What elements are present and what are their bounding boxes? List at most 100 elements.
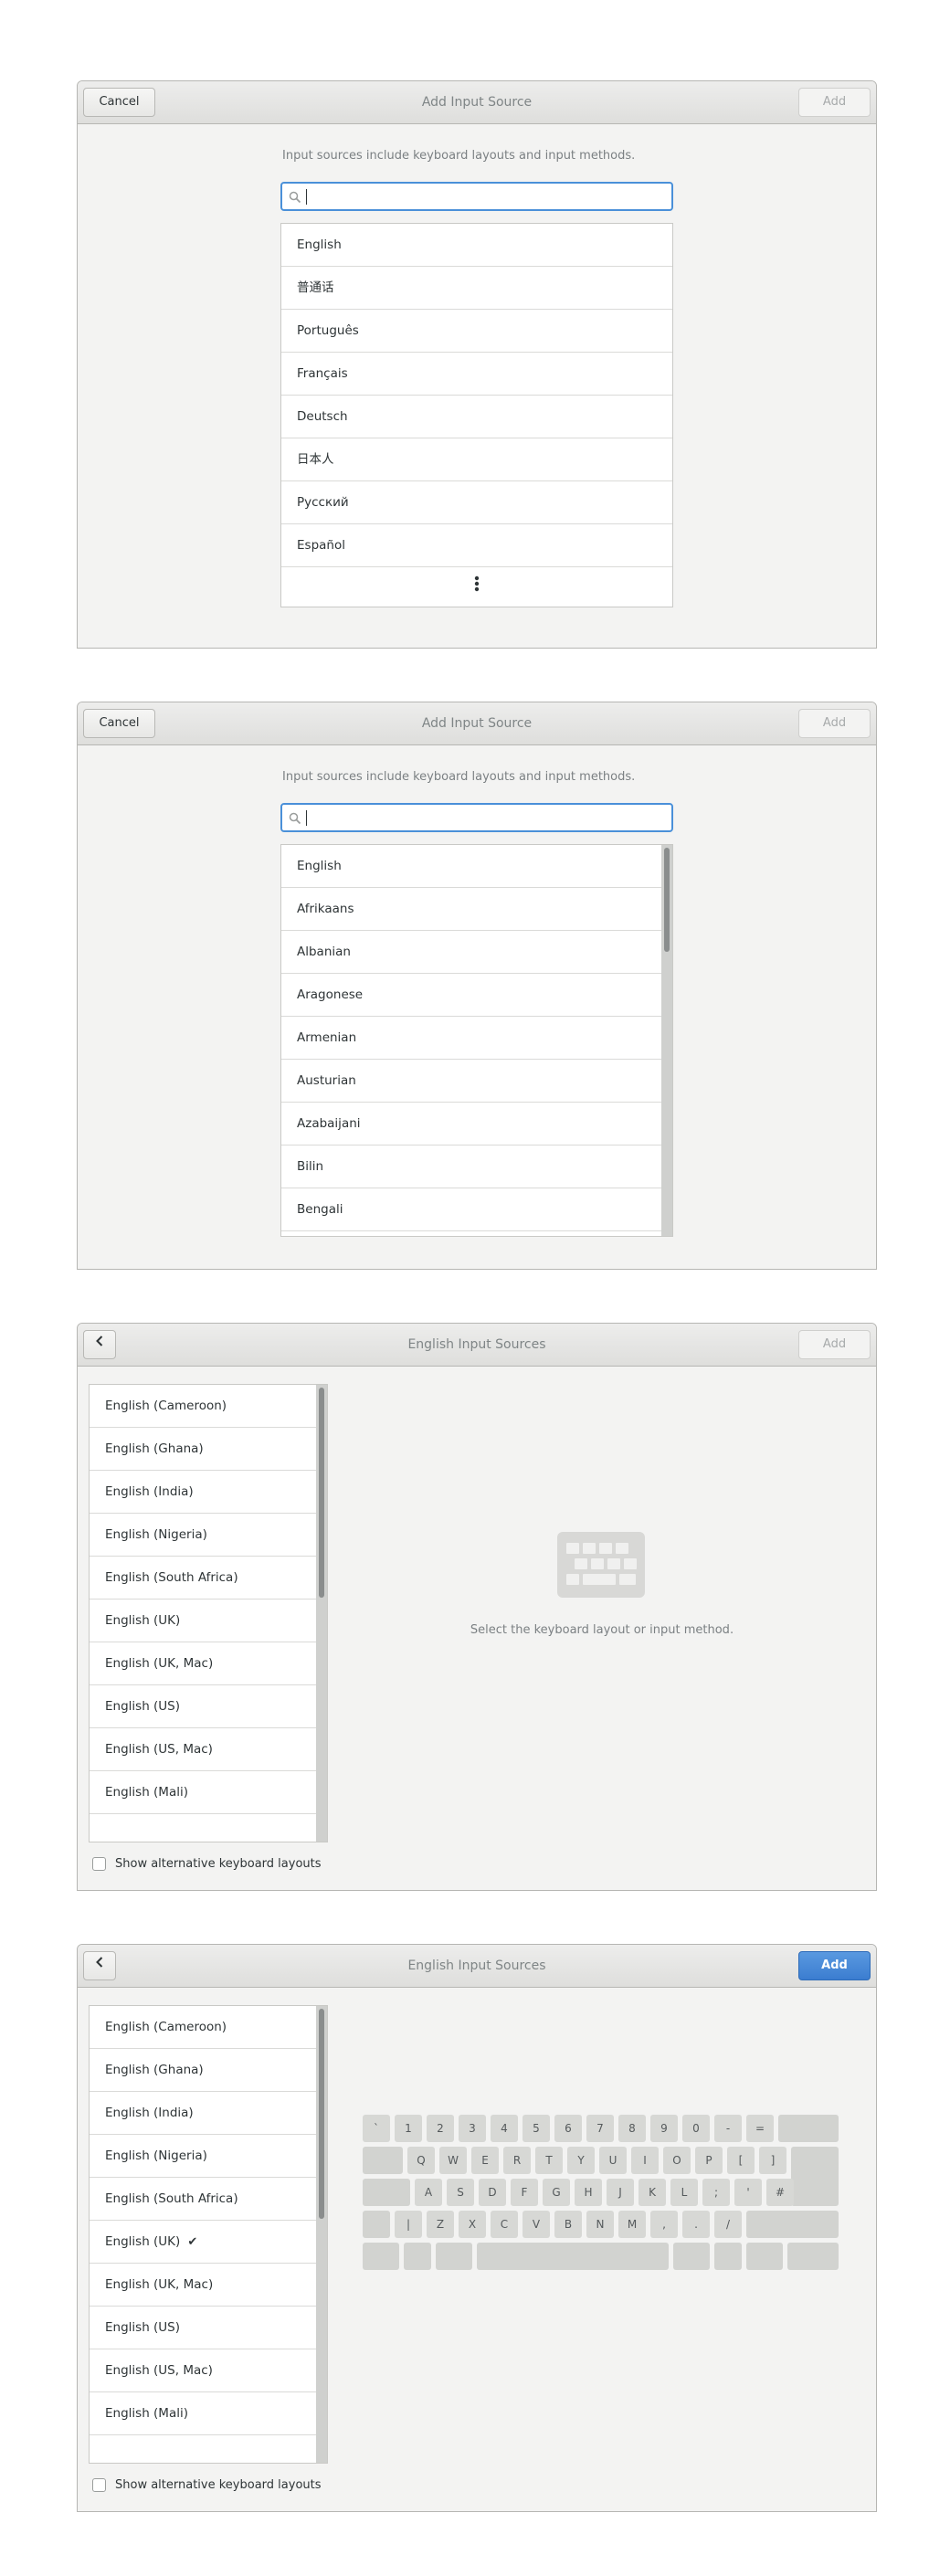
key [746,2243,783,2270]
key: 9 [650,2115,678,2142]
key [363,2243,399,2270]
list-item[interactable]: Español [281,524,672,567]
list-item[interactable]: English (South Africa) [90,1557,316,1599]
list-item[interactable]: English (Ghana) [90,1428,316,1471]
list-item[interactable]: English (UK) [90,1599,316,1642]
header-bar: Cancel Add Input Source Add [78,81,876,124]
add-button[interactable]: Add [798,88,871,117]
key [787,2243,839,2270]
show-more-row[interactable] [281,567,672,607]
list-item[interactable]: English (US) [90,2307,316,2349]
list-item[interactable]: Albanian [281,931,661,974]
key: X [459,2211,486,2238]
list-item[interactable]: Português [281,310,672,353]
key: . [682,2211,710,2238]
alternative-layouts-checkbox[interactable] [92,2478,106,2492]
hint-text: Input sources include keyboard layouts a… [282,770,636,784]
key [714,2243,742,2270]
list-item-selected[interactable]: English (UK) ✔ [90,2221,316,2264]
key: S [447,2179,474,2206]
alternative-layouts-option[interactable]: Show alternative keyboard layouts [92,1857,322,1871]
list-item[interactable]: 日本人 [281,438,672,481]
list-item[interactable]: Deutsch [281,396,672,438]
list-item[interactable]: Bengali [281,1188,661,1231]
key: F [511,2179,538,2206]
scrollbar-thumb[interactable] [664,848,670,952]
key: C [491,2211,518,2238]
list-item[interactable]: Austurian [281,1060,661,1103]
list-item[interactable] [90,1814,316,1842]
key: B [554,2211,582,2238]
add-button[interactable]: Add [798,709,871,738]
checkbox-label: Show alternative keyboard layouts [115,1857,322,1871]
key: 7 [586,2115,614,2142]
key: A [415,2179,442,2206]
list-item[interactable]: English (UK, Mac) [90,2264,316,2307]
list-item[interactable]: Русский [281,481,672,524]
key: E [471,2147,499,2174]
hint-text: Input sources include keyboard layouts a… [282,149,636,163]
list-item[interactable]: English [281,845,661,888]
list-item[interactable]: 普通话 [281,267,672,310]
list-item[interactable] [90,2435,316,2463]
list-item[interactable]: English (Cameroon) [90,2006,316,2049]
search-input[interactable] [280,803,673,832]
dialog-title: English Input Sources [407,1337,546,1352]
list-item[interactable]: Armenian [281,1017,661,1060]
add-button[interactable]: Add [798,1951,871,1980]
header-bar: English Input Sources Add [78,1324,876,1367]
key: 5 [522,2115,550,2142]
list-item[interactable]: English (US, Mac) [90,2349,316,2392]
list-item[interactable]: English (Nigeria) [90,2135,316,2178]
search-icon [289,190,301,207]
list-item[interactable]: Bilin [281,1145,661,1188]
alternative-layouts-checkbox[interactable] [92,1857,106,1871]
key: ] [759,2147,786,2174]
scrollbar[interactable] [316,1385,327,1842]
key: I [631,2147,659,2174]
key: G [543,2179,570,2206]
list-item[interactable]: English (Nigeria) [90,1514,316,1557]
checkbox-label: Show alternative keyboard layouts [115,2478,322,2492]
dialog-title: Add Input Source [421,716,533,731]
list-item[interactable]: Azabaijani [281,1103,661,1145]
key: | [395,2211,422,2238]
list-item[interactable]: English (Ghana) [90,2049,316,2092]
language-list: English Afrikaans Albanian Aragonese Arm… [280,844,673,1237]
key: , [650,2211,678,2238]
list-item[interactable]: English (Cameroon) [90,1385,316,1428]
list-item[interactable]: Aragonese [281,974,661,1017]
key: 2 [427,2115,454,2142]
key: O [663,2147,691,2174]
search-input[interactable] [280,182,673,211]
scrollbar[interactable] [661,845,672,1236]
key [746,2211,839,2238]
list-item[interactable]: English (UK, Mac) [90,1642,316,1685]
list-item[interactable]: English (Mali) [90,1771,316,1814]
list-item[interactable]: Français [281,353,672,396]
scrollbar-thumb[interactable] [319,2009,324,2219]
header-bar: Cancel Add Input Source Add [78,702,876,745]
add-button[interactable]: Add [798,1330,871,1359]
scrollbar-thumb[interactable] [319,1388,324,1598]
list-item[interactable]: English (US, Mac) [90,1728,316,1771]
list-item[interactable]: English (South Africa) [90,2178,316,2221]
list-item[interactable]: Afrikaans [281,888,661,931]
key: U [599,2147,627,2174]
list-item[interactable]: English (Mali) [90,2392,316,2435]
alternative-layouts-option[interactable]: Show alternative keyboard layouts [92,2478,322,2492]
key: 0 [682,2115,710,2142]
list-item[interactable]: English [281,224,672,267]
scrollbar[interactable] [316,2006,327,2463]
key: - [714,2115,742,2142]
key: Y [567,2147,595,2174]
list-item[interactable]: English (India) [90,2092,316,2135]
list-item[interactable]: English (India) [90,1471,316,1514]
text-cursor [306,189,307,205]
key: 1 [395,2115,422,2142]
key: Z [427,2211,454,2238]
key: [ [727,2147,755,2174]
key [778,2115,839,2142]
key: ; [702,2179,730,2206]
list-item[interactable]: English (US) [90,1685,316,1728]
